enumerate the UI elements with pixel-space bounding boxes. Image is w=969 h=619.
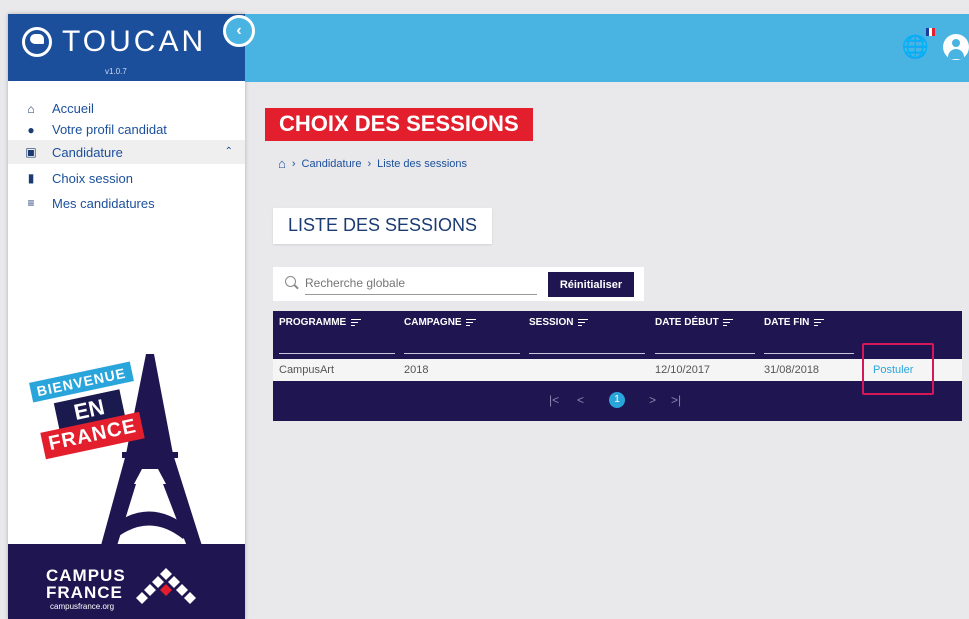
account-icon[interactable] <box>943 34 969 60</box>
app-version: v1.0.7 <box>105 67 127 76</box>
app-name: TOUCAN <box>62 25 207 58</box>
sidebar-item-label: Accueil <box>52 101 94 116</box>
breadcrumb-item-candidature[interactable]: Candidature <box>302 158 362 170</box>
home-icon[interactable]: ⌂ <box>278 156 286 171</box>
section-title: LISTE DES SESSIONS <box>273 208 493 244</box>
filter-input-date-debut[interactable] <box>655 353 755 354</box>
form-icon: ▣ <box>25 145 37 159</box>
collapse-sidebar-button[interactable]: ‹ <box>223 15 255 47</box>
sort-icon[interactable] <box>578 317 589 328</box>
pagination: |< < 1 > >| <box>273 381 962 421</box>
filter-input-session[interactable] <box>529 353 645 354</box>
cell-date-debut: 12/10/2017 <box>655 364 711 376</box>
sort-icon[interactable] <box>814 317 825 328</box>
filter-input-campagne[interactable] <box>404 353 520 354</box>
cell-date-fin: 31/08/2018 <box>764 364 820 376</box>
toucan-logo-icon <box>22 27 52 57</box>
page-1-button[interactable]: 1 <box>609 392 625 408</box>
welcome-poster: BIENVENUE EN FRANCE CAMPUS FRANCE campus… <box>8 334 245 619</box>
prev-page-button[interactable]: < <box>577 393 584 407</box>
home-icon: ⌂ <box>27 101 35 116</box>
chevron-right-icon: › <box>291 157 296 170</box>
sessions-table: PROGRAMME CAMPAGNE SESSION DATE DÉBUT DA… <box>273 311 962 421</box>
column-header-date-debut[interactable]: DATE DÉBUT <box>655 317 734 328</box>
filter-input-date-fin[interactable] <box>764 353 854 354</box>
column-header-date-fin[interactable]: DATE FIN <box>764 317 825 328</box>
sidebar-item-mes-candidatures[interactable]: ≡ Mes candidatures <box>8 192 245 214</box>
diamond-grid-icon <box>136 568 196 604</box>
sort-icon[interactable] <box>723 317 734 328</box>
cell-programme: CampusArt <box>279 364 335 376</box>
sidebar-item-label: Mes candidatures <box>52 195 155 211</box>
campus-brand-2: FRANCE <box>46 583 123 602</box>
language-globe-icon[interactable]: 🌐 <box>902 36 929 58</box>
campus-france-logo: CAMPUS FRANCE campusfrance.org <box>8 544 245 619</box>
search-icon <box>285 276 296 287</box>
sidebar-item-label: Votre profil candidat <box>52 122 167 137</box>
sort-icon[interactable] <box>351 317 362 328</box>
chevron-up-icon: ⌃ <box>224 146 233 157</box>
page-title: CHOIX DES SESSIONS <box>265 108 533 141</box>
table-header: PROGRAMME CAMPAGNE SESSION DATE DÉBUT DA… <box>273 311 962 359</box>
search-input[interactable] <box>305 271 537 295</box>
column-header-session[interactable]: SESSION <box>529 317 589 328</box>
column-header-programme[interactable]: PROGRAMME <box>279 317 362 328</box>
filter-input-programme[interactable] <box>279 353 395 354</box>
top-header: 🌐 <box>245 14 969 82</box>
breadcrumb: ⌂ › Candidature › Liste des sessions <box>278 156 467 171</box>
sidebar-item-accueil[interactable]: ⌂ Accueil <box>8 98 245 119</box>
reset-button[interactable]: Réinitialiser <box>548 272 634 297</box>
french-flag-icon <box>926 28 935 36</box>
sidebar-item-label: Choix session <box>52 170 133 186</box>
chevron-right-icon: › <box>367 157 372 170</box>
book-icon: ▮ <box>27 171 35 185</box>
sidebar-nav: ⌂ Accueil ● Votre profil candidat ▣ Cand… <box>8 98 245 214</box>
brand-header: TOUCAN v1.0.7 <box>8 14 245 81</box>
highlight-box <box>862 343 934 395</box>
cell-campagne: 2018 <box>404 364 429 376</box>
breadcrumb-item-liste[interactable]: Liste des sessions <box>377 158 467 170</box>
sidebar-item-profil[interactable]: ● Votre profil candidat <box>8 119 245 140</box>
user-icon: ● <box>27 122 35 137</box>
list-icon: ≡ <box>27 196 35 210</box>
sidebar: TOUCAN v1.0.7 ⌂ Accueil ● Votre profil c… <box>8 14 245 619</box>
column-header-campagne[interactable]: CAMPAGNE <box>404 317 477 328</box>
sidebar-item-candidature[interactable]: ▣ Candidature ⌃ <box>8 140 245 164</box>
sidebar-item-choix-session[interactable]: ▮ Choix session <box>8 164 245 192</box>
table-row: CampusArt 2018 12/10/2017 31/08/2018 Pos… <box>273 359 962 381</box>
sort-icon[interactable] <box>466 317 477 328</box>
search-panel: Réinitialiser <box>273 267 644 301</box>
sidebar-item-label: Candidature <box>52 144 123 160</box>
campus-url: campusfrance.org <box>50 602 115 611</box>
next-page-button[interactable]: > <box>649 393 656 407</box>
last-page-button[interactable]: >| <box>671 393 681 407</box>
first-page-button[interactable]: |< <box>549 393 559 407</box>
